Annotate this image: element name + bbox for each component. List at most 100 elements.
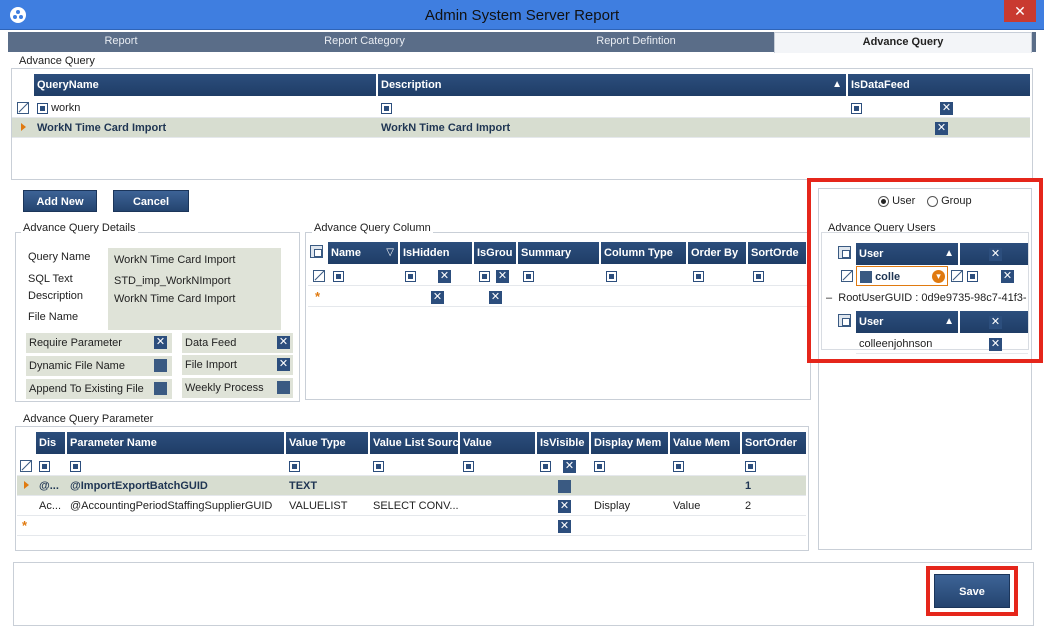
new-row-isvisible[interactable]: ✕ bbox=[555, 516, 585, 536]
isgroup-filter[interactable]: ✕ bbox=[476, 266, 520, 286]
col-value-member[interactable]: Value Mem bbox=[670, 432, 742, 454]
checkbox-checked-icon[interactable]: ✕ bbox=[496, 269, 509, 283]
queryname-filter[interactable]: workn bbox=[34, 98, 374, 118]
display-member-filter[interactable] bbox=[591, 456, 669, 476]
col-value[interactable]: Value bbox=[460, 432, 537, 454]
checkbox-checked-icon[interactable]: ✕ bbox=[277, 336, 290, 349]
dynamic-file-name-option[interactable]: Dynamic File Name bbox=[26, 356, 172, 376]
append-to-existing-file-option[interactable]: Append To Existing File bbox=[26, 379, 172, 399]
filter-operator-icon[interactable] bbox=[606, 270, 617, 282]
param-isvisible[interactable] bbox=[555, 476, 585, 496]
summary-filter[interactable] bbox=[520, 266, 600, 286]
param-name[interactable]: @ImportExportBatchGUID bbox=[67, 476, 285, 496]
filter-operator-icon[interactable] bbox=[373, 460, 384, 472]
col-name[interactable]: Name ▽ bbox=[328, 242, 400, 264]
weekly-process-option[interactable]: Weekly Process bbox=[182, 378, 293, 398]
param-sort[interactable]: 2 bbox=[742, 496, 804, 516]
new-row-ishidden[interactable]: ✕ bbox=[428, 287, 458, 307]
add-new-button[interactable]: Add New bbox=[23, 190, 97, 212]
param-dis[interactable]: @... bbox=[36, 476, 66, 496]
checkbox-unchecked-icon[interactable] bbox=[277, 381, 290, 394]
column-type-filter[interactable] bbox=[603, 266, 689, 286]
filter-operator-icon[interactable] bbox=[523, 270, 534, 282]
ishidden-filter[interactable]: ✕ bbox=[402, 266, 474, 286]
queryname-filter-value[interactable]: workn bbox=[51, 102, 80, 114]
checkbox-unchecked-icon[interactable] bbox=[154, 359, 167, 372]
isvisible-filter[interactable]: ✕ bbox=[537, 456, 591, 476]
description-filter[interactable] bbox=[378, 98, 838, 118]
description-value[interactable]: WorkN Time Card Import bbox=[114, 293, 235, 305]
col-dis[interactable]: Dis bbox=[36, 432, 67, 454]
filter-operator-icon[interactable] bbox=[39, 460, 50, 472]
checkbox-checked-icon[interactable]: ✕ bbox=[558, 499, 571, 513]
new-row-isgroup[interactable]: ✕ bbox=[486, 287, 516, 307]
checkbox-checked-icon[interactable]: ✕ bbox=[154, 336, 167, 349]
value-filter[interactable] bbox=[460, 456, 536, 476]
filter-operator-icon[interactable] bbox=[479, 270, 490, 282]
cancel-button[interactable]: Cancel bbox=[113, 190, 189, 212]
name-filter[interactable] bbox=[330, 266, 400, 286]
table-row[interactable]: Ac... @AccountingPeriodStaffingSupplierG… bbox=[17, 496, 806, 516]
col-summary[interactable]: Summary bbox=[518, 242, 601, 264]
param-sort[interactable]: 1 bbox=[742, 476, 804, 496]
filter-operator-icon[interactable] bbox=[405, 270, 416, 282]
sortorder-filter[interactable] bbox=[742, 456, 804, 476]
filter-operator-icon[interactable] bbox=[745, 460, 756, 472]
dis-filter[interactable] bbox=[36, 456, 66, 476]
col-isvisible[interactable]: IsVisible bbox=[537, 432, 591, 454]
column-new-row[interactable]: * ✕ ✕ bbox=[308, 287, 808, 307]
filter-operator-icon[interactable] bbox=[753, 270, 764, 282]
data-feed-option[interactable]: Data Feed ✕ bbox=[182, 333, 293, 353]
row-isdatafeed[interactable]: ✕ bbox=[932, 118, 962, 138]
value-type-filter[interactable] bbox=[286, 456, 369, 476]
row-queryname[interactable]: WorkN Time Card Import bbox=[34, 118, 374, 138]
filter-operator-icon[interactable] bbox=[37, 102, 48, 114]
filter-operator-icon[interactable] bbox=[693, 270, 704, 282]
checkbox-checked-icon[interactable]: ✕ bbox=[489, 290, 502, 304]
col-isgroup[interactable]: IsGrou bbox=[474, 242, 518, 264]
row-description[interactable]: WorkN Time Card Import bbox=[378, 118, 838, 138]
col-description[interactable]: Description ▲ bbox=[378, 74, 848, 96]
query-name-value[interactable]: WorkN Time Card Import bbox=[114, 254, 235, 266]
param-value-member[interactable]: Value bbox=[670, 496, 741, 516]
close-button[interactable]: ✕ bbox=[1004, 0, 1036, 22]
value-member-filter[interactable] bbox=[670, 456, 741, 476]
require-parameter-option[interactable]: Require Parameter ✕ bbox=[26, 333, 172, 353]
checkbox-checked-icon[interactable]: ✕ bbox=[431, 290, 444, 304]
save-button[interactable]: Save bbox=[934, 574, 1010, 608]
parameter-new-row[interactable]: * ✕ bbox=[17, 516, 806, 536]
checkbox-checked-icon[interactable]: ✕ bbox=[438, 269, 451, 283]
filter-operator-icon[interactable] bbox=[463, 460, 474, 472]
col-parameter-name[interactable]: Parameter Name bbox=[67, 432, 286, 454]
file-import-option[interactable]: File Import ✕ bbox=[182, 355, 293, 375]
checkbox-unchecked-icon[interactable] bbox=[558, 479, 571, 493]
sql-text-value[interactable]: STD_imp_WorkNImport bbox=[114, 275, 231, 287]
checkbox-checked-icon[interactable]: ✕ bbox=[935, 121, 948, 135]
column-chooser-icon[interactable] bbox=[310, 245, 323, 261]
param-display-member[interactable]: Display bbox=[591, 496, 669, 516]
filter-operator-icon[interactable] bbox=[540, 460, 551, 472]
col-value-list-source[interactable]: Value List Sourc bbox=[370, 432, 460, 454]
col-value-type[interactable]: Value Type bbox=[286, 432, 370, 454]
param-isvisible[interactable]: ✕ bbox=[555, 496, 585, 516]
checkbox-checked-icon[interactable]: ✕ bbox=[563, 459, 576, 473]
value-list-source-filter[interactable] bbox=[370, 456, 459, 476]
filter-operator-icon[interactable] bbox=[381, 102, 392, 114]
param-dis[interactable]: Ac... bbox=[36, 496, 66, 516]
sort-order-filter[interactable] bbox=[750, 266, 806, 286]
param-source[interactable]: SELECT CONV... bbox=[370, 496, 459, 516]
col-column-type[interactable]: Column Type bbox=[601, 242, 688, 264]
col-order-by[interactable]: Order By bbox=[688, 242, 748, 264]
param-type[interactable]: VALUELIST bbox=[286, 496, 369, 516]
filter-operator-icon[interactable] bbox=[70, 460, 81, 472]
col-sort-order[interactable]: SortOrde bbox=[748, 242, 806, 264]
filter-operator-icon[interactable] bbox=[673, 460, 684, 472]
tab-advance-query[interactable]: Advance Query bbox=[774, 32, 1032, 53]
filter-icon[interactable]: ▽ bbox=[386, 242, 394, 264]
col-ishidden[interactable]: IsHidden bbox=[400, 242, 474, 264]
checkbox-checked-icon[interactable]: ✕ bbox=[558, 519, 571, 533]
filter-operator-icon[interactable] bbox=[851, 102, 862, 114]
param-name[interactable]: @AccountingPeriodStaffingSupplierGUID bbox=[67, 496, 285, 516]
parameter-name-filter[interactable] bbox=[67, 456, 285, 476]
table-row[interactable]: WorkN Time Card Import WorkN Time Card I… bbox=[12, 118, 1030, 138]
